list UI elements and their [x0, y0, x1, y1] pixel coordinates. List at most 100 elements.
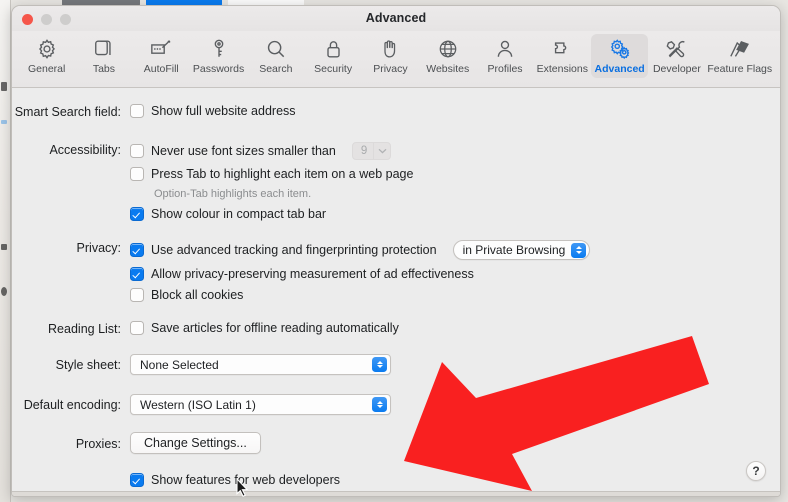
press-tab-highlight-label: Press Tab to highlight each item on a we… — [151, 167, 414, 181]
smart-search-field-label: Smart Search field: — [14, 105, 121, 119]
gears-icon — [608, 37, 632, 61]
default-encoding-label: Default encoding: — [23, 398, 121, 412]
ad-effectiveness-measurement-checkbox[interactable] — [130, 267, 144, 281]
row-style-sheet: Style sheet: None Selected — [12, 354, 391, 375]
toolbar-item-profiles[interactable]: Profiles — [476, 34, 533, 78]
block-all-cookies-label: Block all cookies — [151, 288, 244, 302]
mouse-cursor — [236, 478, 249, 498]
default-encoding-value: Western (ISO Latin 1) — [140, 397, 256, 412]
chevron-updown-icon — [571, 242, 587, 258]
search-icon — [265, 37, 287, 61]
globe-icon — [437, 37, 459, 61]
advanced-settings-pane: Smart Search field: Show full website ad… — [12, 88, 780, 496]
toolbar-item-general[interactable]: General — [18, 34, 75, 78]
key-icon — [210, 37, 228, 61]
offline-reading-row[interactable]: Save articles for offline reading automa… — [130, 321, 399, 335]
safari-preferences-window: Advanced General Tabs AutoFill Passwords… — [11, 5, 781, 497]
toolbar-item-advanced[interactable]: Advanced — [590, 34, 649, 78]
reading-list-label: Reading List: — [48, 322, 121, 336]
advanced-tracking-protection-checkbox[interactable] — [130, 243, 144, 257]
min-font-size-value: 9 — [360, 145, 368, 157]
default-encoding-select[interactable]: Western (ISO Latin 1) — [130, 394, 391, 415]
toolbar-item-profiles-label: Profiles — [487, 63, 523, 75]
window-bottom-edge — [12, 491, 780, 496]
toolbar-item-security-label: Security — [314, 63, 353, 75]
proxies-label: Proxies: — [75, 436, 121, 451]
block-all-cookies-checkbox[interactable] — [130, 288, 144, 302]
toolbar-item-advanced-label: Advanced — [594, 63, 645, 75]
toolbar-item-passwords[interactable]: Passwords — [190, 34, 247, 78]
press-tab-row[interactable]: Press Tab to highlight each item on a we… — [130, 167, 413, 181]
row-proxies: Proxies: Change Settings... — [12, 432, 261, 454]
toolbar-item-extensions[interactable]: Extensions — [534, 34, 591, 78]
toolbar-item-general-label: General — [27, 63, 66, 75]
chevron-updown-icon — [372, 357, 387, 372]
toolbar-item-developer-label: Developer — [652, 63, 701, 75]
chevron-down-icon — [373, 143, 390, 159]
min-font-size-popup[interactable]: 9 — [351, 142, 392, 160]
accessibility-label: Accessibility: — [49, 143, 121, 157]
toolbar-item-tabs-label: Tabs — [92, 63, 116, 75]
tabs-icon — [93, 37, 115, 61]
preferences-toolbar: General Tabs AutoFill Passwords Search S… — [12, 31, 780, 88]
style-sheet-value: None Selected — [140, 357, 219, 372]
lock-icon — [324, 37, 343, 61]
toolbar-item-tabs[interactable]: Tabs — [75, 34, 132, 78]
change-settings-button[interactable]: Change Settings... — [130, 432, 261, 454]
toolbar-item-passwords-label: Passwords — [192, 63, 245, 75]
toolbar-item-autofill-label: AutoFill — [143, 63, 179, 75]
tracking-scope-value: in Private Browsing — [462, 243, 566, 257]
window-title: Advanced — [365, 11, 427, 25]
tools-icon — [665, 37, 688, 61]
show-full-website-address-label: Show full website address — [151, 104, 296, 118]
show-features-for-web-developers-checkbox[interactable] — [130, 473, 144, 487]
never-use-font-sizes-checkbox[interactable] — [130, 144, 144, 158]
style-sheet-label: Style sheet: — [55, 358, 121, 372]
toolbar-item-search[interactable]: Search — [247, 34, 304, 78]
toolbar-item-privacy-label: Privacy — [373, 63, 408, 75]
style-sheet-select[interactable]: None Selected — [130, 354, 391, 375]
toolbar-item-developer[interactable]: Developer — [648, 34, 705, 78]
chevron-updown-icon — [372, 397, 387, 412]
min-font-size-row[interactable]: Never use font sizes smaller than 9 — [130, 142, 413, 160]
advanced-tracking-protection-label: Use advanced tracking and fingerprinting… — [151, 243, 437, 257]
background-page-strip — [0, 0, 11, 502]
toolbar-item-autofill[interactable]: AutoFill — [133, 34, 190, 78]
toolbar-item-feature-flags-label: Feature Flags — [707, 63, 773, 75]
toolbar-item-security[interactable]: Security — [304, 34, 361, 78]
tracking-scope-popup[interactable]: in Private Browsing — [452, 240, 591, 260]
toolbar-item-search-label: Search — [259, 63, 293, 75]
row-accessibility: Accessibility: Never use font sizes smal… — [12, 142, 413, 221]
advanced-tracking-row[interactable]: Use advanced tracking and fingerprinting… — [130, 240, 591, 260]
row-smart-search-field: Smart Search field: Show full website ad… — [12, 104, 296, 119]
help-button[interactable]: ? — [746, 461, 766, 481]
save-articles-offline-label: Save articles for offline reading automa… — [151, 321, 399, 335]
row-web-developer: Show features for web developers — [12, 473, 340, 487]
toolbar-item-feature-flags[interactable]: Feature Flags — [706, 34, 774, 78]
toolbar-item-websites[interactable]: Websites — [419, 34, 476, 78]
show-full-website-address-checkbox-row[interactable]: Show full website address — [130, 104, 296, 118]
block-cookies-row[interactable]: Block all cookies — [130, 288, 590, 302]
hand-icon — [380, 37, 401, 61]
never-use-font-sizes-label: Never use font sizes smaller than — [151, 144, 336, 158]
toolbar-item-websites-label: Websites — [426, 63, 470, 75]
press-tab-hint: Option-Tab highlights each item. — [154, 188, 312, 200]
toolbar-item-privacy[interactable]: Privacy — [362, 34, 419, 78]
save-articles-offline-checkbox[interactable] — [130, 321, 144, 335]
flags-icon — [727, 37, 753, 61]
gear-icon — [36, 37, 58, 61]
show-full-website-address-checkbox[interactable] — [130, 104, 144, 118]
puzzle-icon — [551, 37, 573, 61]
window-titlebar: Advanced — [12, 6, 780, 31]
show-colour-compact-tab-bar-checkbox[interactable] — [130, 207, 144, 221]
ad-measurement-row[interactable]: Allow privacy-preserving measurement of … — [130, 267, 590, 281]
show-colour-compact-tab-bar-label: Show colour in compact tab bar — [151, 207, 327, 221]
web-developer-features-row[interactable]: Show features for web developers — [130, 473, 340, 487]
row-reading-list: Reading List: Save articles for offline … — [12, 321, 399, 336]
ad-effectiveness-measurement-label: Allow privacy-preserving measurement of … — [151, 267, 474, 281]
privacy-label: Privacy: — [76, 241, 121, 255]
compact-colour-row[interactable]: Show colour in compact tab bar — [130, 207, 413, 221]
toolbar-item-extensions-label: Extensions — [536, 63, 588, 75]
press-tab-highlight-checkbox[interactable] — [130, 167, 144, 181]
autofill-icon — [149, 37, 173, 61]
